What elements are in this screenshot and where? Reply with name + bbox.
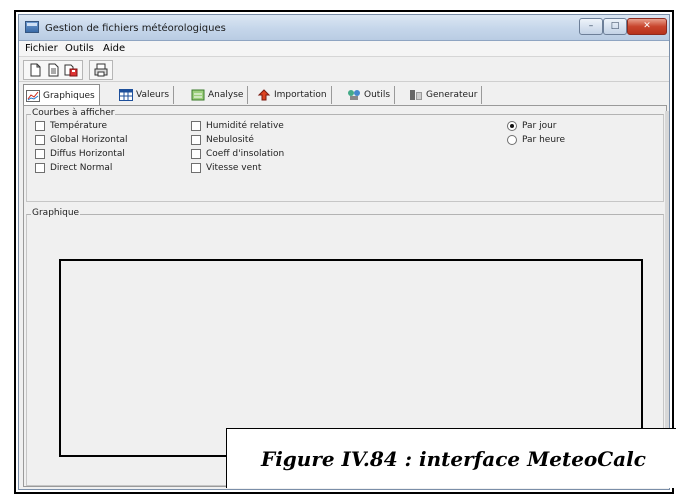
checkbox-box[interactable] [35, 121, 45, 131]
import-icon [257, 89, 271, 101]
window-title: Gestion de fichiers météorologiques [45, 23, 226, 34]
tab-label: Outils [364, 90, 391, 100]
tab-graphiques[interactable]: Graphiques [23, 84, 100, 106]
checkbox-box[interactable] [35, 135, 45, 145]
tab-outils[interactable]: Outils [345, 86, 396, 104]
checkbox-label: Global Horizontal [50, 135, 128, 145]
print-icon[interactable] [92, 62, 110, 78]
menu-aide[interactable]: Aide [101, 43, 127, 54]
tab-generateur[interactable]: Generateur [407, 86, 483, 104]
tab-bar: Graphiques Valeurs Analyse Importation O… [19, 84, 669, 106]
app-window: Gestion de fichiers météorologiques – □ … [18, 14, 670, 490]
radio-button[interactable] [507, 121, 517, 131]
print-toolbar-group [89, 60, 113, 80]
checkbox-temperature[interactable]: Température [35, 121, 107, 131]
close-button[interactable]: ✕ [627, 18, 667, 35]
checkbox-humidite-relative[interactable]: Humidité relative [191, 121, 284, 131]
radio-label: Par heure [522, 135, 566, 145]
checkbox-label: Coeff d'insolation [206, 149, 285, 159]
curves-legend: Courbes à afficher [31, 108, 116, 118]
app-icon [25, 21, 39, 33]
checkbox-global-horizontal[interactable]: Global Horizontal [35, 135, 128, 145]
checkbox-diffus-horizontal[interactable]: Diffus Horizontal [35, 149, 125, 159]
analysis-icon [191, 89, 205, 101]
checkbox-box[interactable] [191, 121, 201, 131]
tab-label: Analyse [208, 90, 244, 100]
checkbox-nebulosite[interactable]: Nebulosité [191, 135, 254, 145]
checkbox-direct-normal[interactable]: Direct Normal [35, 163, 112, 173]
tab-label: Importation [274, 90, 327, 100]
toolbar [19, 58, 669, 82]
checkbox-label: Nebulosité [206, 135, 254, 145]
checkbox-box[interactable] [35, 163, 45, 173]
radio-button[interactable] [507, 135, 517, 145]
checkbox-label: Température [50, 121, 108, 131]
open-file-icon[interactable] [44, 62, 62, 78]
checkbox-box[interactable] [191, 149, 201, 159]
checkbox-label: Diffus Horizontal [50, 149, 125, 159]
tab-label: Generateur [426, 90, 478, 100]
file-toolbar-group [23, 60, 83, 80]
minimize-button[interactable]: – [579, 18, 603, 35]
tab-valeurs[interactable]: Valeurs [117, 86, 175, 104]
save-file-icon[interactable] [62, 62, 80, 78]
title-bar[interactable]: Gestion de fichiers météorologiques – □ … [19, 15, 669, 41]
figure-caption: Figure IV.84 : interface MeteoCalc [226, 428, 676, 488]
menu-outils[interactable]: Outils [63, 43, 96, 54]
generator-icon [410, 90, 422, 100]
radio-par-heure[interactable]: Par heure [507, 135, 565, 145]
maximize-button[interactable]: □ [603, 18, 627, 35]
checkbox-coeff-insolation[interactable]: Coeff d'insolation [191, 149, 284, 159]
curves-group: Courbes à afficher Température Global Ho… [26, 108, 664, 202]
tab-importation[interactable]: Importation [255, 86, 332, 104]
checkbox-box[interactable] [191, 163, 201, 173]
checkbox-box[interactable] [191, 135, 201, 145]
tab-analyse[interactable]: Analyse [189, 86, 249, 104]
checkbox-label: Direct Normal [50, 163, 113, 173]
new-file-icon[interactable] [26, 62, 44, 78]
radio-par-jour[interactable]: Par jour [507, 121, 557, 131]
menu-fichier[interactable]: Fichier [23, 43, 60, 54]
tab-label: Graphiques [43, 90, 95, 101]
table-icon [119, 89, 133, 101]
graph-legend: Graphique [31, 208, 81, 218]
menu-bar: Fichier Outils Aide [19, 41, 669, 57]
checkbox-label: Vitesse vent [206, 163, 262, 173]
chart-icon [26, 89, 40, 102]
figure-frame: Gestion de fichiers météorologiques – □ … [14, 10, 674, 494]
checkbox-vitesse-vent[interactable]: Vitesse vent [191, 163, 261, 173]
tools-icon [348, 90, 360, 100]
tab-label: Valeurs [136, 90, 170, 100]
checkbox-box[interactable] [35, 149, 45, 159]
checkbox-label: Humidité relative [206, 121, 284, 131]
radio-label: Par jour [522, 121, 557, 131]
